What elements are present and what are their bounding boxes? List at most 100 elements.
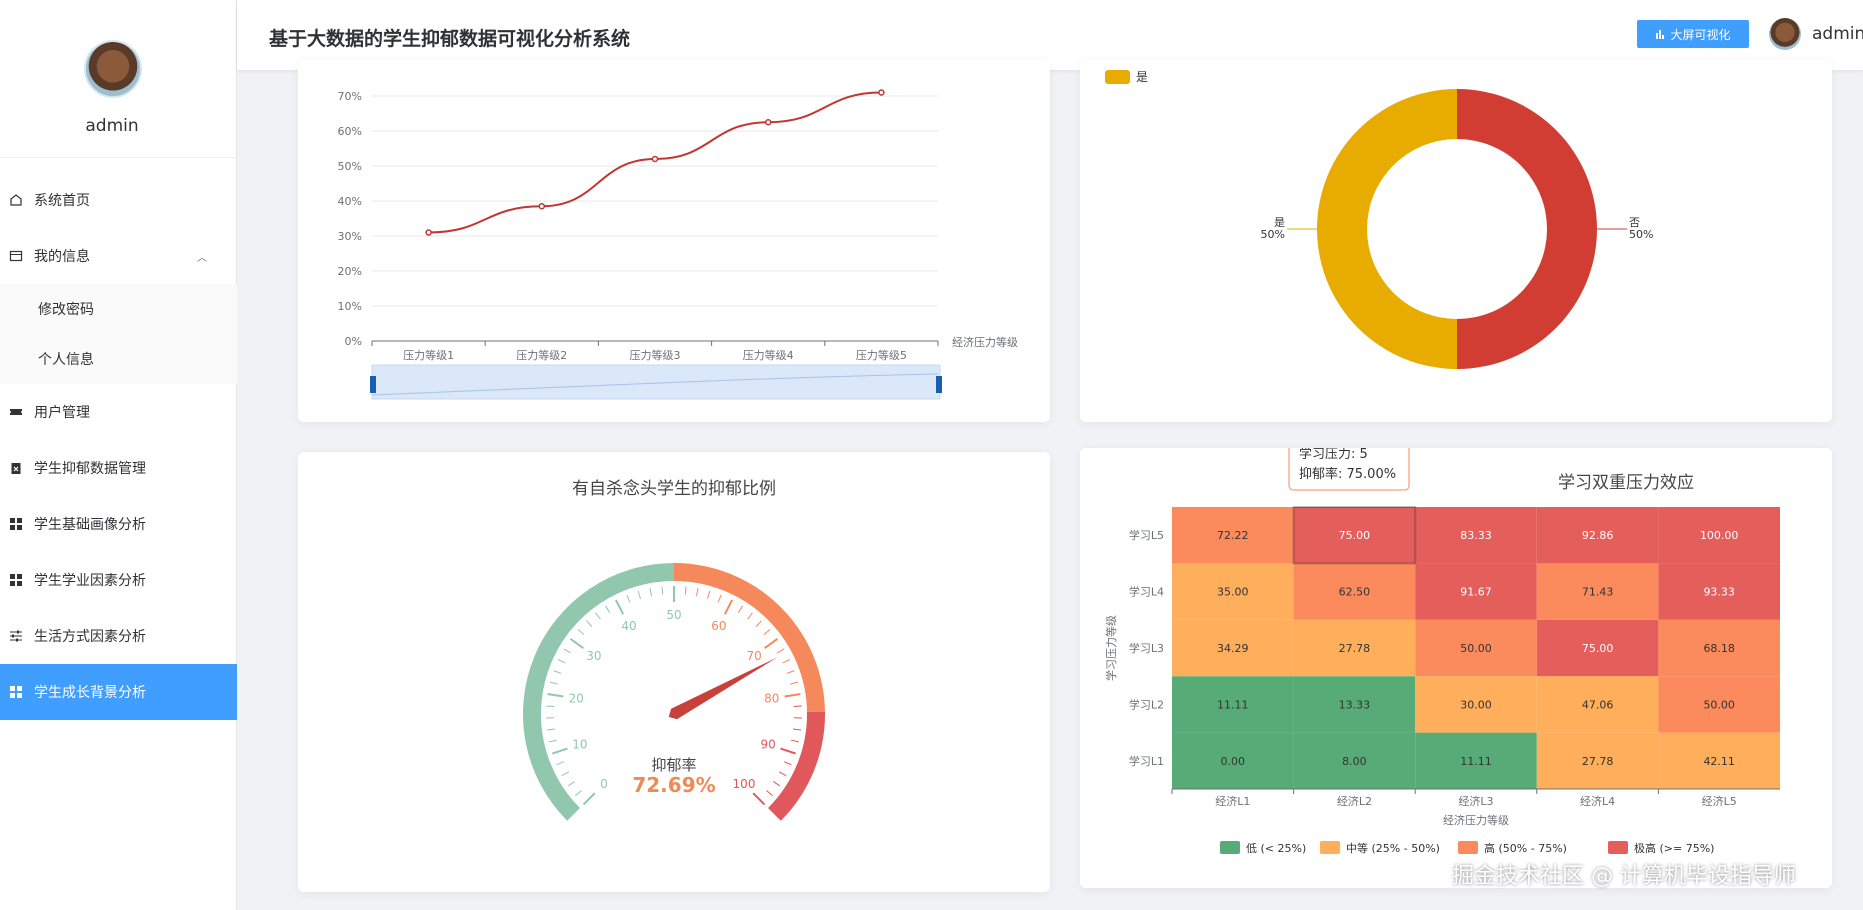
heatmap-cell-label: 34.29 [1217,642,1249,655]
sidebar-item-label: 我的信息 [34,249,90,265]
gauge-minor-tick [553,670,562,674]
y-tick-label: 30% [338,230,362,243]
sidebar-item-label: 修改密码 [38,302,94,318]
heatmap-cell-label: 27.78 [1339,642,1371,655]
sidebar-profile: admin [0,0,236,158]
x-tick-label: 压力等级5 [856,348,907,362]
gauge-minor-tick [595,612,601,620]
legend-swatch [1458,841,1478,854]
heatmap-cell-label: 91.67 [1460,586,1492,599]
y-tick-label: 20% [338,265,362,278]
sidebar-item-user-management[interactable]: 用户管理 [0,384,237,440]
gauge-minor-tick [737,605,744,613]
heatmap-cell-label: 92.86 [1582,529,1614,542]
y-tick-label: 学习L5 [1129,528,1164,542]
grid-icon [8,572,24,588]
gauge-major-tick [614,599,625,615]
gauge-minor-tick [556,761,565,766]
sidebar-item-home[interactable]: 系统首页 [0,172,237,228]
y-axis-label: 学习压力等级 [1104,615,1118,681]
gauge-major-tick [547,692,564,698]
sidebar-item-label: 学生学业因素分析 [34,573,146,589]
sidebar-item-label: 学生抑郁数据管理 [34,461,146,477]
grid-icon [8,684,24,700]
bar-chart-icon [1655,29,1665,39]
gauge-minor-tick [755,620,762,627]
legend-swatch [1608,841,1628,854]
sidebar-item-academic-factors[interactable]: 学生学业因素分析 [0,552,237,608]
x-tick-label: 经济L4 [1580,794,1615,808]
x-tick-label: 经济L1 [1215,794,1250,808]
sidebar-item-change-password[interactable]: 修改密码 [0,284,237,334]
legend-label: 低 (< 25%) [1246,842,1306,855]
gauge-chart: 0 10 20 30 40 50 60 70 80 90 100 抑郁率72.69% [523,563,825,821]
sidebar-item-growth-background[interactable]: 学生成长背景分析 [0,664,237,720]
gauge-minor-tick [575,790,582,796]
watermark: 掘金技术社区 @ 计算机毕设指导师 [1452,864,1796,889]
gauge-minor-tick [777,648,785,654]
slice-value-yes: 50% [1261,228,1285,241]
gauge-minor-tick [557,659,566,664]
gauge-tick-label: 50 [666,608,681,622]
gauge-minor-tick [747,612,753,620]
x-axis-label: 经济压力等级 [1443,813,1509,827]
gauge-minor-tick [684,586,687,595]
gauge-band-high [767,711,825,821]
legend-label: 高 (50% - 75%) [1484,841,1567,855]
avatar[interactable] [1769,18,1801,50]
sidebar-item-my-info[interactable]: 我的信息 ︿ [0,228,237,284]
gauge-tick-label: 100 [733,777,756,791]
x-axis-label: 经济压力等级 [952,335,1018,349]
sidebar-menu: 系统首页 我的信息 ︿ 修改密码 个人信息 用户管理 学生抑郁数据管理 学生基础… [0,172,237,720]
gauge-tick-label: 30 [586,649,601,663]
gauge-minor-tick [782,659,791,664]
header-username[interactable]: admin [1812,24,1863,44]
clipboard-icon [8,460,24,476]
series-line [428,91,882,234]
avatar[interactable] [84,40,142,98]
gauge-band-mid [673,563,825,713]
heatmap-cell-label: 75.00 [1582,642,1614,655]
gauge-minor-tick [772,781,781,787]
heatmap-cell-label: 50.00 [1460,642,1492,655]
big-screen-button[interactable]: 大屏可视化 [1637,20,1749,48]
sidebar-item-depression-data[interactable]: 学生抑郁数据管理 [0,440,237,496]
gauge-chart-card: 有自杀念头学生的抑郁比例 0 10 20 30 40 50 60 70 80 90 100 抑郁率 72… [298,452,1050,892]
sidebar-item-basic-profile[interactable]: 学生基础画像分析 [0,496,237,552]
grid-icon [8,516,24,532]
sidebar-item-lifestyle-factors[interactable]: 生活方式因素分析 [0,608,237,664]
gauge-minor-tick [586,620,593,627]
datazoom-slider [371,364,941,400]
sidebar-item-personal-info[interactable]: 个人信息 [0,334,237,384]
gauge-minor-tick [649,588,653,597]
heatmap-cell-label: 35.00 [1217,586,1249,599]
heatmap-cell-label: 11.11 [1460,755,1492,768]
gauge-minor-tick [577,628,585,636]
gauge-minor-tick [766,790,773,796]
gauge-minor-tick [561,771,570,777]
data-point [651,155,659,163]
gauge-major-tick [551,747,568,755]
data-point [764,119,772,126]
sidebar-item-label: 生活方式因素分析 [34,629,146,645]
sidebar-item-label: 用户管理 [34,405,90,421]
x-tick-label: 压力等级2 [516,348,567,362]
legend-label-yes: 是 [1136,70,1148,84]
legend-swatch-yes [1105,70,1130,84]
heatmap-cell-label: 0.00 [1221,755,1246,768]
y-tick-label: 学习L4 [1129,585,1164,599]
gauge-minor-tick [783,761,792,766]
heatmap-cell-label: 50.00 [1703,698,1735,711]
sidebar-item-label: 学生成长背景分析 [34,685,146,701]
gauge-minor-tick [604,605,611,613]
legend-label: 极高 (>= 75%) [1634,841,1714,855]
gauge-minor-tick [546,705,555,707]
gauge-tick-label: 60 [711,619,726,633]
gauge-minor-tick [626,594,631,603]
heatmap-cell-label: 68.18 [1703,642,1735,655]
home-icon [8,192,24,208]
gauge-major-tick [780,747,797,755]
heatmap-card: 学习双重压力效应 0.00 8.00 11.11 27.78 42.11 学习L1 11.1… [1080,448,1832,888]
gauge-major-tick [569,637,584,649]
line-chart-card: 0% 10% 20% 30% 40% 50% 60% 70% 压力等级1 压力等级2 压力等级3 压力… [298,60,1050,422]
